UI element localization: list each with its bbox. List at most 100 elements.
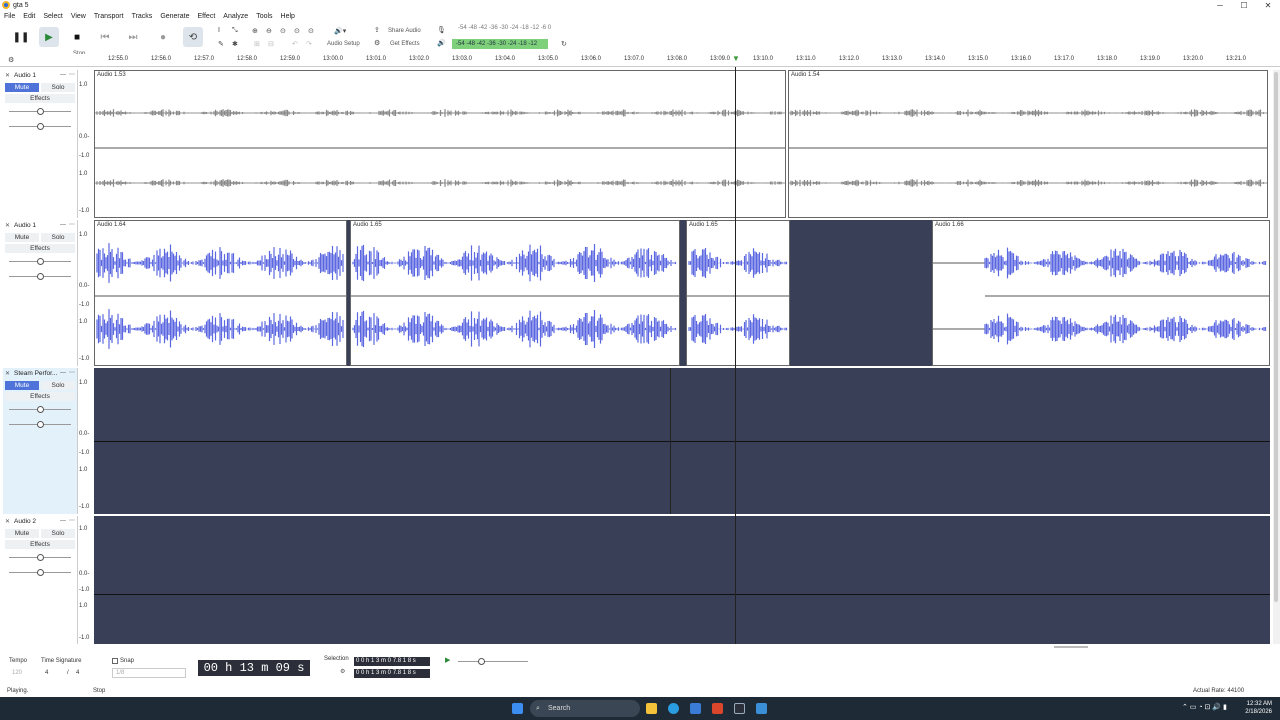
zoom-toggle-icon[interactable]: ⊙ xyxy=(308,27,314,35)
trim-icon[interactable]: ⊞ xyxy=(254,40,260,48)
audio-clip[interactable]: Audio 1.53 xyxy=(94,70,786,218)
collapse-icon[interactable]: — xyxy=(60,370,66,376)
mute-button[interactable]: Mute xyxy=(5,83,39,92)
meter-settings-icon[interactable]: ↻ xyxy=(561,40,567,48)
audio-clip[interactable]: Audio 1.65 xyxy=(686,220,790,366)
record-button[interactable]: ● xyxy=(153,27,173,47)
effects-button[interactable]: Effects xyxy=(5,540,75,549)
vertical-scrollbar-thumb[interactable] xyxy=(1274,72,1278,602)
store-icon[interactable] xyxy=(690,703,701,714)
menu-analyze[interactable]: Analyze xyxy=(219,11,252,22)
selection-settings-icon[interactable]: ⚙ xyxy=(340,668,345,675)
vertical-scrollbar[interactable] xyxy=(1273,70,1280,644)
track-area[interactable]: Audio 1.64 Audio 1.65 Audio 1.65 Audio 1… xyxy=(94,220,1270,366)
envelope-tool-icon[interactable]: ⤡ xyxy=(232,27,238,35)
menu-tools[interactable]: Tools xyxy=(252,11,276,22)
edge-icon[interactable] xyxy=(668,703,679,714)
track-name[interactable]: Steam Perfor... xyxy=(14,370,57,377)
solo-button[interactable]: Solo xyxy=(41,233,75,242)
time-signature-denominator[interactable]: 4 xyxy=(76,670,79,676)
stop-button[interactable]: ■ xyxy=(67,27,87,47)
close-button[interactable]: ✕ xyxy=(1256,0,1280,11)
zoom-sel-icon[interactable]: ⊙ xyxy=(280,27,286,35)
track-menu-icon[interactable]: ⋯ xyxy=(69,517,75,524)
gain-slider-thumb[interactable] xyxy=(37,554,44,561)
track-menu-icon[interactable]: ⋯ xyxy=(69,71,75,78)
track-area[interactable] xyxy=(94,516,1270,644)
start-icon[interactable] xyxy=(512,703,523,714)
pan-slider-thumb[interactable] xyxy=(37,123,44,130)
menu-select[interactable]: Select xyxy=(39,11,66,22)
snap-checkbox[interactable] xyxy=(112,658,118,664)
tray-icons[interactable]: ⌃ ▭ ◔ ⊡ 🔊 ▮ xyxy=(1182,703,1227,711)
selection-start[interactable]: 0 0 h 1 3 m 0 7.8 1 8 s xyxy=(354,657,430,666)
solo-button[interactable]: Solo xyxy=(41,83,75,92)
pan-slider-thumb[interactable] xyxy=(37,421,44,428)
menu-effect[interactable]: Effect xyxy=(194,11,220,22)
play-head-marker-icon[interactable]: ▼ xyxy=(732,54,740,63)
solo-button[interactable]: Solo xyxy=(41,381,75,390)
play-button[interactable]: ▶ xyxy=(39,27,59,47)
track-name[interactable]: Audio 1 xyxy=(14,222,36,229)
close-track-icon[interactable]: ✕ xyxy=(5,370,10,377)
pan-slider-thumb[interactable] xyxy=(37,569,44,576)
undo-icon[interactable]: ↶ xyxy=(292,40,298,48)
multi-tool-icon[interactable]: ✱ xyxy=(232,40,238,48)
share-audio-button[interactable]: Share Audio xyxy=(388,28,421,34)
menu-file[interactable]: File xyxy=(0,11,19,22)
menu-tracks[interactable]: Tracks xyxy=(128,11,157,22)
time-display[interactable]: 00 h 13 m 09 s xyxy=(198,660,310,676)
gain-slider-thumb[interactable] xyxy=(37,406,44,413)
skip-start-button[interactable]: ⏮ xyxy=(95,27,115,47)
track-area[interactable] xyxy=(94,368,1270,514)
get-effects-button[interactable]: Get Effects xyxy=(390,41,420,47)
play-at-speed-icon[interactable]: ▶ xyxy=(445,656,450,664)
menu-view[interactable]: View xyxy=(67,11,90,22)
pan-slider-thumb[interactable] xyxy=(37,273,44,280)
play-speed-slider[interactable] xyxy=(458,661,528,662)
menu-edit[interactable]: Edit xyxy=(19,11,39,22)
silence-icon[interactable]: ⊟ xyxy=(268,40,274,48)
playback-meter[interactable]: -54 -48 -42 -36 -30 -24 -18 -12 xyxy=(452,39,548,49)
audio-clip[interactable]: Audio 1.54 xyxy=(788,70,1268,218)
time-signature-numerator[interactable]: 4 xyxy=(45,670,48,676)
mute-button[interactable]: Mute xyxy=(5,529,39,538)
redo-icon[interactable]: ↷ xyxy=(306,40,312,48)
menu-generate[interactable]: Generate xyxy=(156,11,193,22)
tempo-input[interactable]: 120 xyxy=(12,670,22,676)
select-tool-icon[interactable]: I xyxy=(218,27,220,34)
maximize-button[interactable]: ☐ xyxy=(1232,0,1256,11)
file-explorer-icon[interactable] xyxy=(646,703,657,714)
taskbar-search[interactable]: ⌕ Search xyxy=(530,700,640,717)
pause-button[interactable]: ❚❚ xyxy=(11,27,31,47)
audio-clip[interactable]: Audio 1.66 xyxy=(932,220,1270,366)
gain-slider-thumb[interactable] xyxy=(37,108,44,115)
selection-end[interactable]: 0 0 h 1 3 m 0 7.8 1 8 s xyxy=(354,669,430,678)
gain-slider-thumb[interactable] xyxy=(37,258,44,265)
close-track-icon[interactable]: ✕ xyxy=(5,222,10,229)
snap-dropdown[interactable]: 1/8 xyxy=(112,668,186,678)
loop-button[interactable]: ⟲ xyxy=(183,27,203,47)
timeline-ruler[interactable]: ⚙ 12:55.0 12:56.0 12:57.0 12:58.0 12:59.0 13:… xyxy=(0,54,1280,67)
solo-button[interactable]: Solo xyxy=(41,529,75,538)
effects-button[interactable]: Effects xyxy=(5,94,75,103)
track-menu-icon[interactable]: ⋯ xyxy=(69,221,75,228)
close-track-icon[interactable]: ✕ xyxy=(5,72,10,79)
mute-button[interactable]: Mute xyxy=(5,233,39,242)
zoom-fit-icon[interactable]: ⊙ xyxy=(294,27,300,35)
settings-icon[interactable] xyxy=(734,703,745,714)
skip-end-button[interactable]: ⏭ xyxy=(123,27,143,47)
clock[interactable]: 12:32 AM 2/18/2026 xyxy=(1245,700,1272,716)
audacity-icon[interactable] xyxy=(712,703,723,714)
zoom-in-icon[interactable]: ⊕ xyxy=(252,27,258,35)
collapse-icon[interactable]: — xyxy=(60,222,66,228)
audio-clip[interactable]: Audio 1.64 xyxy=(94,220,347,366)
minimize-button[interactable]: ─ xyxy=(1208,0,1232,11)
collapse-icon[interactable]: — xyxy=(60,72,66,78)
track-name[interactable]: Audio 1 xyxy=(14,72,36,79)
collapse-icon[interactable]: — xyxy=(60,518,66,524)
mute-button[interactable]: Mute xyxy=(5,381,39,390)
menu-help[interactable]: Help xyxy=(277,11,299,22)
audio-clip[interactable]: Audio 1.65 xyxy=(350,220,680,366)
record-meter-scale[interactable]: -54 -48 -42 -36 -30 -24 -18 -12 -6 0 xyxy=(458,25,551,31)
